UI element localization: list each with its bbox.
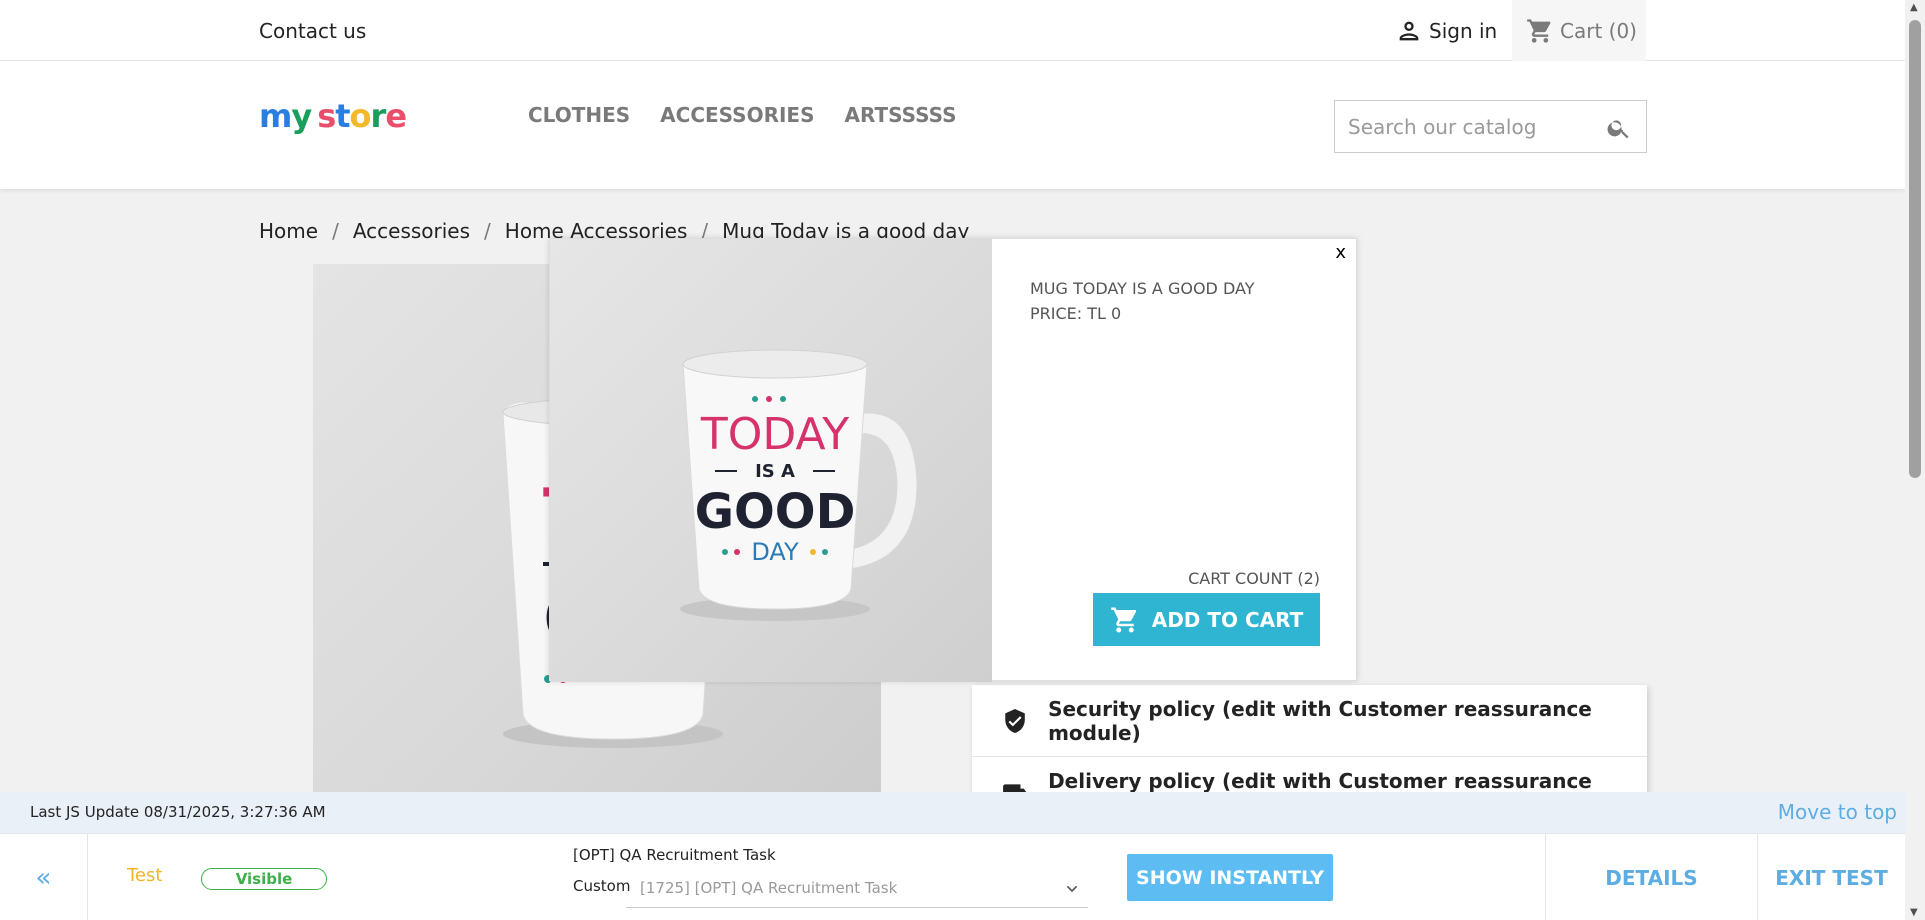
cart-icon [1527,18,1551,43]
mug-text-is-a: IS A [755,461,795,482]
breadcrumb-home[interactable]: Home [259,219,318,243]
popup-product-title: MUG TODAY IS A GOOD DAY [1030,279,1255,298]
shield-check-icon [1005,708,1025,733]
scroll-up-arrow-icon[interactable]: ▲ [1910,2,1918,13]
search-box [1334,100,1647,153]
site-header: my store CLOTHES ACCESSORIES ARTSSSSS [0,61,1905,189]
reassurance-security: Security policy (edit with Customer reas… [972,685,1647,757]
top-bar: Contact us Sign in Cart (0) [0,0,1905,61]
nav-clothes[interactable]: CLOTHES [528,103,630,127]
popup-product-image: TODAY IS A GOOD DAY [550,239,992,682]
popup-product-price: PRICE: TL 0 [1030,304,1122,323]
cart-link[interactable]: Cart (0) [1512,0,1646,61]
contact-us-link[interactable]: Contact us [259,19,366,43]
main-nav: CLOTHES ACCESSORIES ARTSSSSS [528,103,957,127]
popup-close-button[interactable]: x [1335,242,1346,263]
move-to-top-link[interactable]: Move to top [1778,800,1897,824]
show-instantly-button[interactable]: SHOW INSTANTLY [1127,854,1333,901]
nav-accessories[interactable]: ACCESSORIES [660,103,814,127]
scroll-thumb[interactable] [1909,20,1921,478]
mug-text-today: TODAY [700,409,849,460]
search-input[interactable] [1335,101,1595,152]
visible-badge: Visible [201,868,327,890]
search-icon[interactable] [1606,115,1632,141]
popup-cart-count: CART COUNT (2) [1188,569,1320,588]
page-scrollbar[interactable]: ▲ ▼ [1905,0,1925,920]
reassurance-security-label: Security policy (edit with Customer reas… [1048,696,1592,745]
cart-label: Cart (0) [1560,18,1637,43]
last-js-update: Last JS Update 08/31/2025, 3:27:36 AM [30,803,326,821]
task-select-value: [1725] [OPT] QA Recruitment Task [640,878,898,897]
sign-in-link[interactable]: Sign in [1395,17,1497,45]
breadcrumb-accessories[interactable]: Accessories [353,219,470,243]
user-icon [1399,21,1419,41]
test-toolbar: « Test Visible [OPT] QA Recruitment Task… [0,833,1905,920]
breadcrumb-separator: / [484,219,491,243]
add-to-cart-button[interactable]: ADD TO CART [1093,593,1320,646]
product-popup: TODAY IS A GOOD DAY x MUG TODAY IS A GOO… [549,238,1357,682]
task-select[interactable]: [1725] [OPT] QA Recruitment Task [626,868,1088,908]
task-title: [OPT] QA Recruitment Task [573,846,776,864]
mug-image: TODAY IS A GOOD DAY [680,349,918,621]
scroll-down-arrow-icon[interactable]: ▼ [1910,907,1918,918]
store-logo[interactable]: my store [259,97,407,135]
breadcrumb-separator: / [332,219,339,243]
add-to-cart-label: ADD TO CART [1151,607,1304,632]
nav-artsssss[interactable]: ARTSSSSS [845,103,957,127]
exit-test-button[interactable]: EXIT TEST [1757,834,1905,920]
collapse-toolbar-button[interactable]: « [0,834,88,920]
cart-icon [1110,607,1136,632]
mug-text-good: GOOD [695,484,856,540]
custom-label: Custom [573,877,631,895]
sign-in-label: Sign in [1429,19,1498,43]
debug-strip: Last JS Update 08/31/2025, 3:27:36 AM Mo… [0,792,1905,833]
test-label: Test [127,865,163,886]
details-button[interactable]: DETAILS [1545,834,1757,920]
chevron-down-icon [1066,885,1078,893]
mug-text-day: DAY [751,538,799,566]
